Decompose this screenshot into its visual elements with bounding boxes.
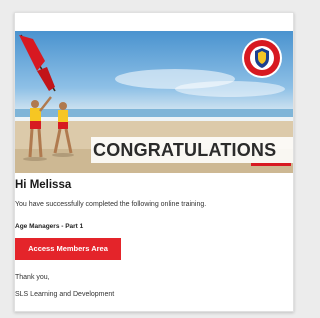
signature: SLS Learning and Development [15,291,115,298]
signoff: Thank you, [15,274,50,281]
access-members-area-button[interactable]: Access Members Area [15,238,121,260]
headline-underline [251,163,291,166]
completion-message: You have successfully completed the foll… [15,201,207,208]
course-name: Age Managers - Part 1 [15,223,84,230]
hero-banner: CONGRATULATIONS [15,31,293,173]
congratulations-headline: CONGRATULATIONS [91,137,293,163]
greeting: Hi Melissa [15,179,72,191]
surf-life-saving-logo [242,38,282,78]
email-card: CONGRATULATIONS Hi Melissa You have succ… [14,12,294,312]
